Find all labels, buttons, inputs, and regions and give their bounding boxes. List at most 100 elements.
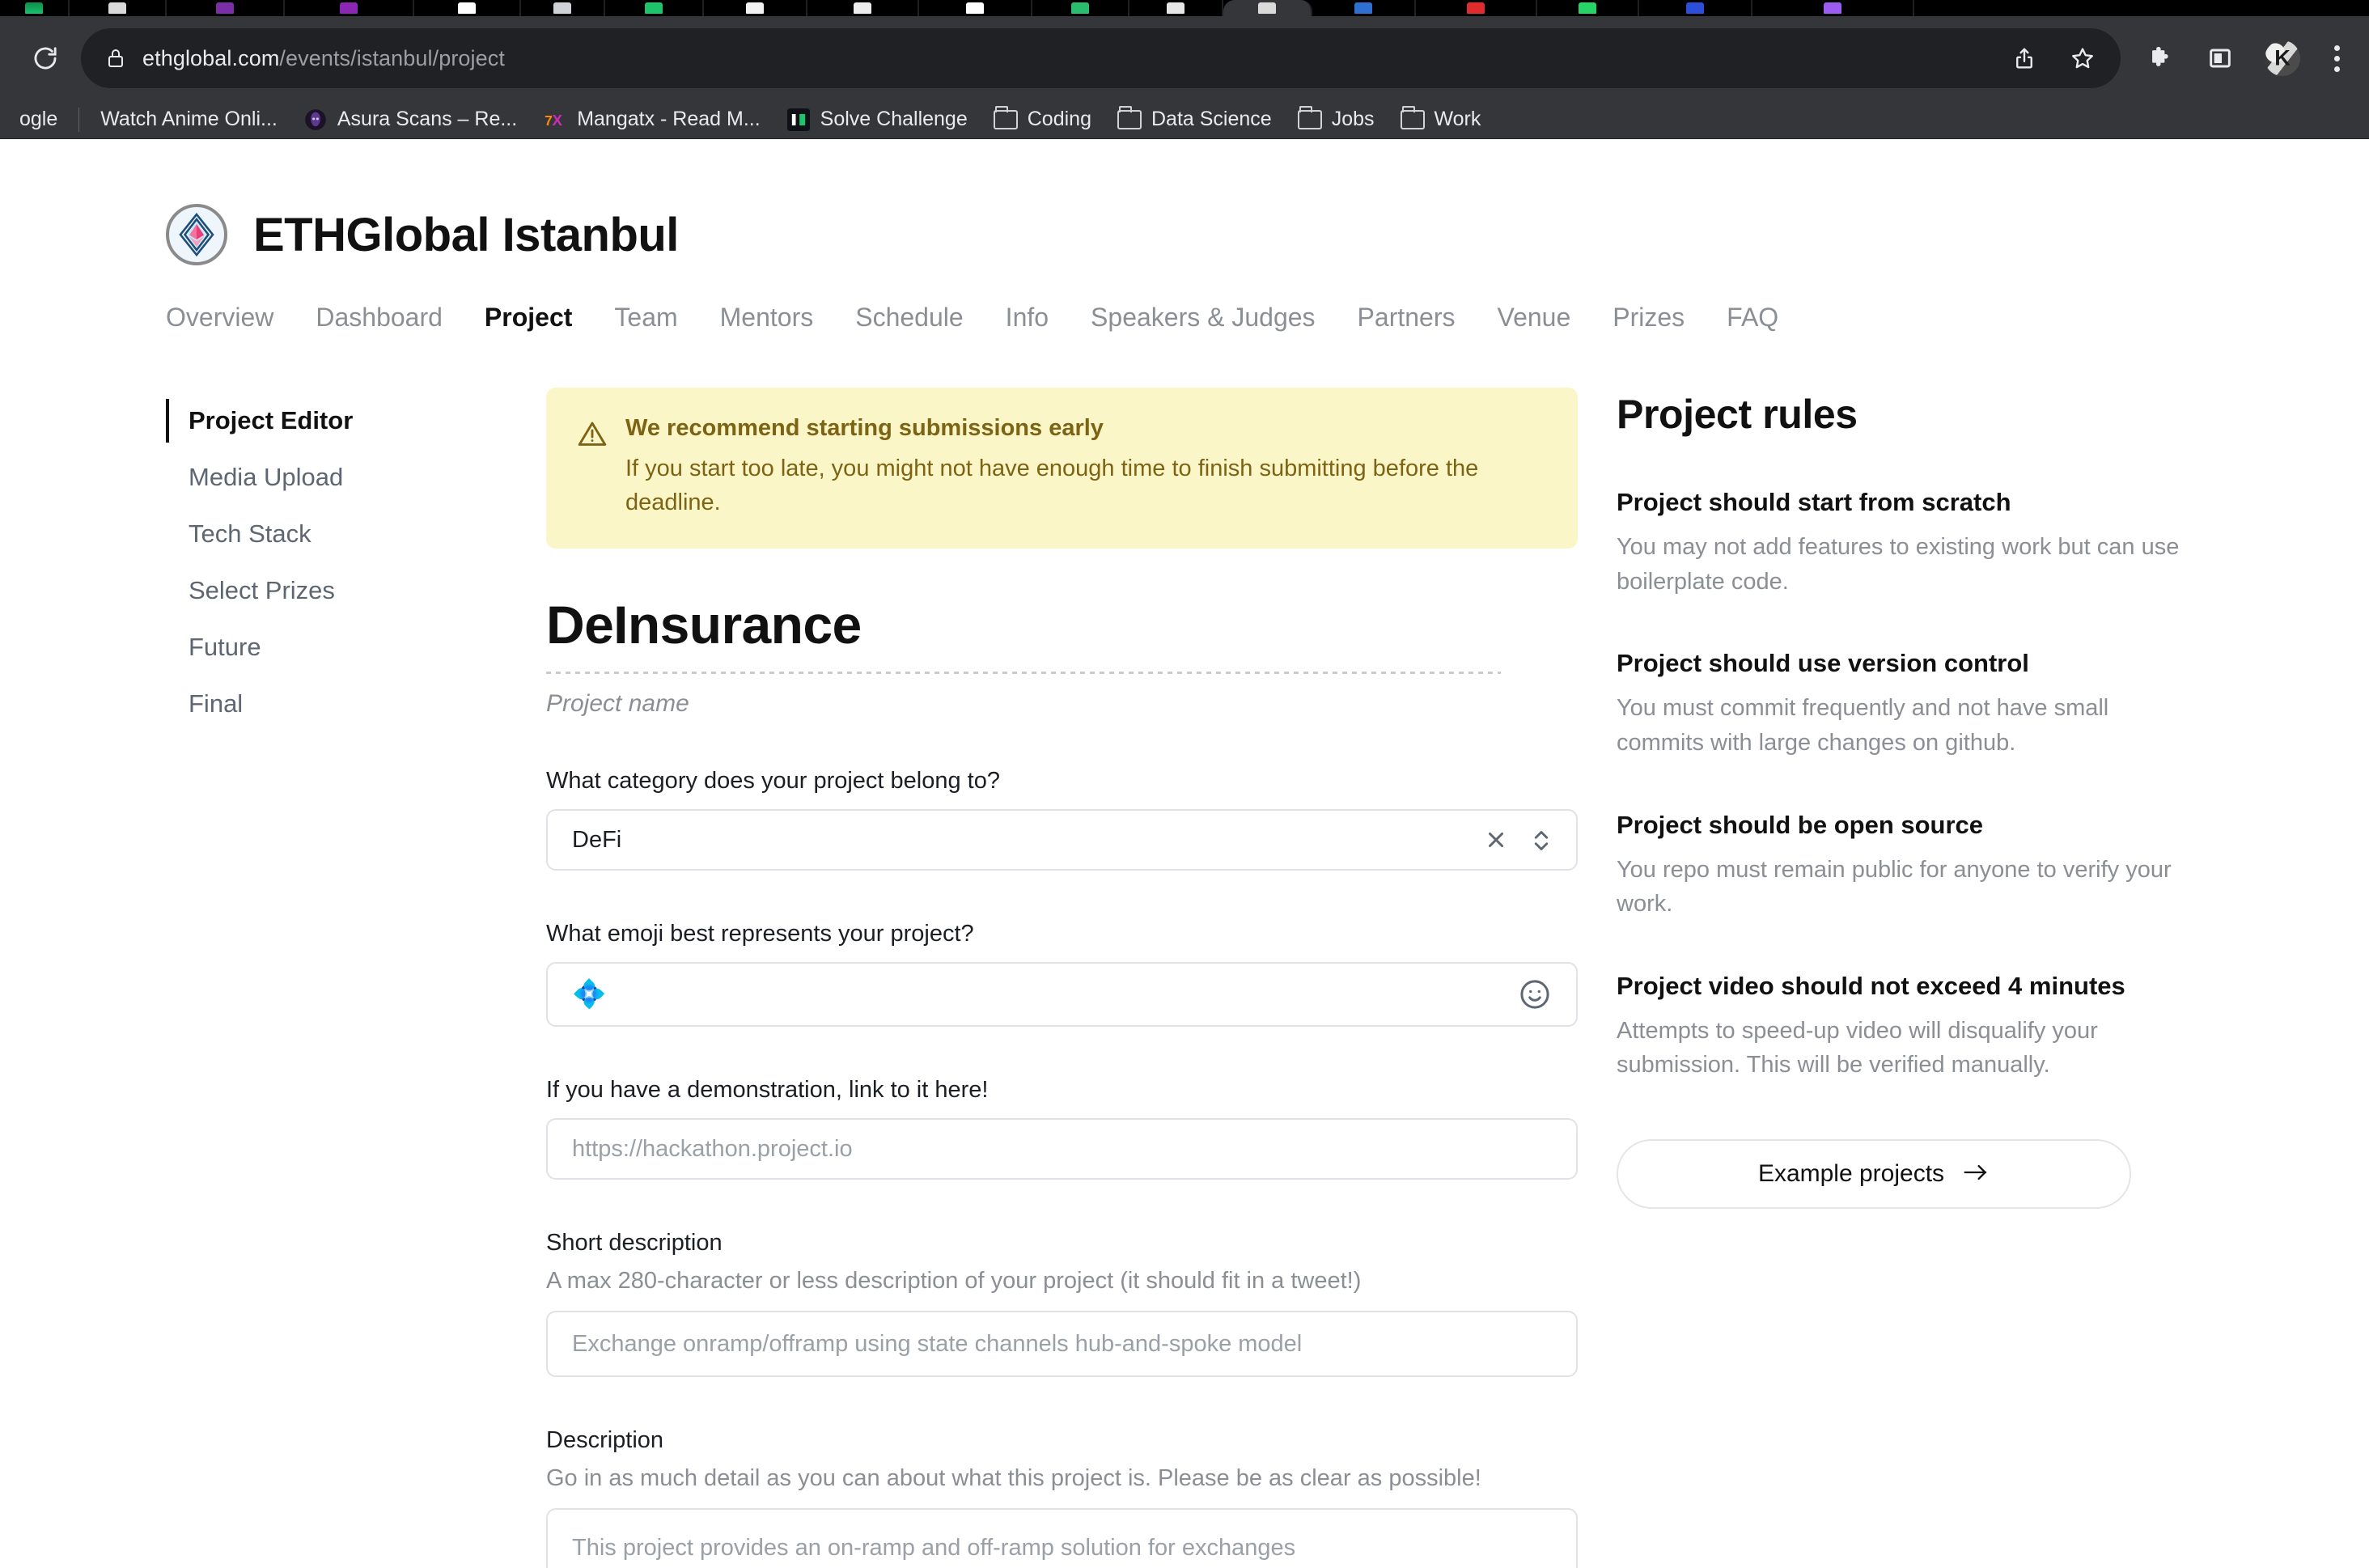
nav-item-schedule[interactable]: Schedule (834, 303, 984, 333)
short-description-placeholder: Exchange onramp/offramp using state chan… (572, 1330, 1303, 1357)
rule-title: Project should be open source (1617, 810, 1984, 839)
description-label: Description (546, 1427, 664, 1454)
share-icon[interactable] (2009, 43, 2040, 74)
sidebar-item-final[interactable]: Final (166, 676, 546, 732)
bookmark-label: Watch Anime Onli... (100, 108, 278, 130)
browser-tab[interactable] (704, 0, 807, 16)
browser-tab[interactable] (1537, 0, 1639, 16)
browser-tab[interactable] (1416, 0, 1537, 16)
browser-tab[interactable] (1312, 0, 1416, 16)
bookmark-item[interactable]: Solve Challenge (773, 101, 981, 138)
sidebar-item-select-prizes[interactable]: Select Prizes (166, 562, 546, 619)
address-bar[interactable]: ethglobal.com/events/istanbul/project (81, 28, 2121, 88)
rule-title: Project should use version control (1617, 649, 2029, 678)
browser-tab[interactable] (0, 0, 70, 16)
emoji-field: What emoji best represents your project?… (546, 921, 1578, 1028)
nav-item-venue[interactable]: Venue (1476, 303, 1591, 333)
bookmark-item[interactable]: 7 X Mangatx - Read M... (530, 101, 773, 138)
nav-item-mentors[interactable]: Mentors (699, 303, 835, 333)
browser-tab[interactable] (807, 0, 919, 16)
main-nav[interactable]: Overview Dashboard Project Team Mentors … (166, 303, 2369, 333)
bookmark-item[interactable]: ogle (6, 101, 70, 138)
short-description-field: Short description A max 280-character or… (546, 1230, 1578, 1378)
profile-avatar[interactable] (2265, 40, 2300, 76)
emoji-value: 💠 (572, 979, 607, 1011)
short-description-input[interactable]: Exchange onramp/offramp using state chan… (546, 1311, 1578, 1378)
page-title: ETHGlobal Istanbul (253, 208, 679, 261)
category-value: DeFi (572, 826, 622, 853)
bookmark-item[interactable]: Watch Anime Onli... (87, 101, 290, 138)
description-field: Description Go in as much detail as you … (546, 1427, 1578, 1568)
rules-title: Project rules (1617, 392, 1858, 437)
page-content: ETHGlobal Istanbul Overview Dashboard Pr… (0, 139, 2369, 1568)
warning-body: If you start too late, you might not hav… (625, 456, 1479, 516)
kebab-menu-icon[interactable] (2329, 44, 2345, 72)
nav-item-dashboard[interactable]: Dashboard (295, 303, 464, 333)
description-textarea[interactable]: This project provides an on-ramp and off… (546, 1508, 1578, 1568)
puzzle-icon[interactable] (2145, 43, 2176, 74)
nav-item-speakers-judges[interactable]: Speakers & Judges (1070, 303, 1337, 333)
arrow-right-icon (1962, 1162, 1990, 1187)
close-icon[interactable] (1484, 828, 1508, 852)
nav-item-info[interactable]: Info (985, 303, 1070, 333)
sidebar-item-media-upload[interactable]: Media Upload (166, 449, 546, 506)
folder-icon (1297, 105, 1322, 132)
nav-item-project[interactable]: Project (464, 303, 593, 333)
bookmark-label: Coding (1027, 108, 1091, 130)
short-description-hint: A max 280-character or less description … (546, 1268, 1362, 1295)
browser-tab[interactable] (1639, 0, 1752, 16)
category-select[interactable]: DeFi (546, 809, 1578, 871)
bookmark-label: Solve Challenge (820, 108, 968, 130)
rule-title: Project video should not exceed 4 minute… (1617, 971, 2125, 1000)
project-steps-sidebar[interactable]: Project Editor Media Upload Tech Stack S… (166, 388, 546, 732)
browser-tab[interactable] (1752, 0, 1914, 16)
demo-link-label: If you have a demonstration, link to it … (546, 1077, 989, 1104)
browser-tab[interactable] (1032, 0, 1129, 16)
project-name-input[interactable]: DeInsurance (546, 594, 1578, 655)
sidebar-item-future[interactable]: Future (166, 619, 546, 676)
rule-item: Project video should not exceed 4 minute… (1617, 972, 2183, 1083)
emoji-input[interactable]: 💠 (546, 962, 1578, 1028)
nav-item-partners[interactable]: Partners (1337, 303, 1477, 333)
sidebar-item-project-editor[interactable]: Project Editor (166, 392, 546, 449)
bookmarks-divider (78, 107, 80, 132)
nav-item-faq[interactable]: FAQ (1706, 303, 1799, 333)
bookmark-folder-work[interactable]: Work (1388, 101, 1494, 138)
browser-tab-active[interactable] (1223, 0, 1312, 16)
browser-tab[interactable] (521, 0, 605, 16)
browser-tab[interactable] (919, 0, 1032, 16)
demo-link-field: If you have a demonstration, link to it … (546, 1077, 1578, 1180)
bookmark-folder-coding[interactable]: Coding (981, 101, 1104, 138)
example-projects-button[interactable]: Example projects (1617, 1139, 2131, 1209)
browser-tab[interactable] (70, 0, 167, 16)
browser-tab[interactable] (167, 0, 285, 16)
star-icon[interactable] (2067, 43, 2098, 74)
browser-tab[interactable] (285, 0, 414, 16)
bookmark-folder-data-science[interactable]: Data Science (1104, 101, 1285, 138)
nav-item-team[interactable]: Team (593, 303, 698, 333)
reload-icon[interactable] (21, 34, 70, 83)
tab-strip[interactable] (0, 0, 2369, 16)
url-text: ethglobal.com/events/istanbul/project (142, 46, 505, 71)
category-field: What category does your project belong t… (546, 768, 1578, 871)
bookmark-folder-jobs[interactable]: Jobs (1285, 101, 1388, 138)
sidebar-item-tech-stack[interactable]: Tech Stack (166, 506, 546, 562)
nav-item-overview[interactable]: Overview (166, 303, 295, 333)
browser-toolbar: ethglobal.com/events/istanbul/project (0, 16, 2369, 100)
browser-tab[interactable] (1129, 0, 1223, 16)
side-panel-icon[interactable] (2205, 43, 2236, 74)
smiley-face-icon[interactable] (1518, 977, 1552, 1011)
bookmark-label: Asura Scans – Re... (337, 108, 518, 130)
rule-body: You repo must remain public for anyone t… (1617, 856, 2172, 917)
mangatx-favicon-icon: 7 X (543, 108, 567, 132)
browser-tab[interactable] (414, 0, 521, 16)
category-label: What category does your project belong t… (546, 768, 1000, 795)
url-path: /events/istanbul/project (279, 45, 505, 70)
bookmark-item[interactable]: Asura Scans – Re... (290, 101, 530, 138)
chevron-up-down-icon[interactable] (1531, 826, 1552, 854)
demo-link-input[interactable]: https://hackathon.project.io (546, 1118, 1578, 1180)
bookmarks-bar[interactable]: ogle Watch Anime Onli... Asura Scans – R… (0, 100, 2369, 139)
ethglobal-logo-icon[interactable] (166, 204, 227, 265)
browser-tab[interactable] (605, 0, 704, 16)
nav-item-prizes[interactable]: Prizes (1591, 303, 1706, 333)
